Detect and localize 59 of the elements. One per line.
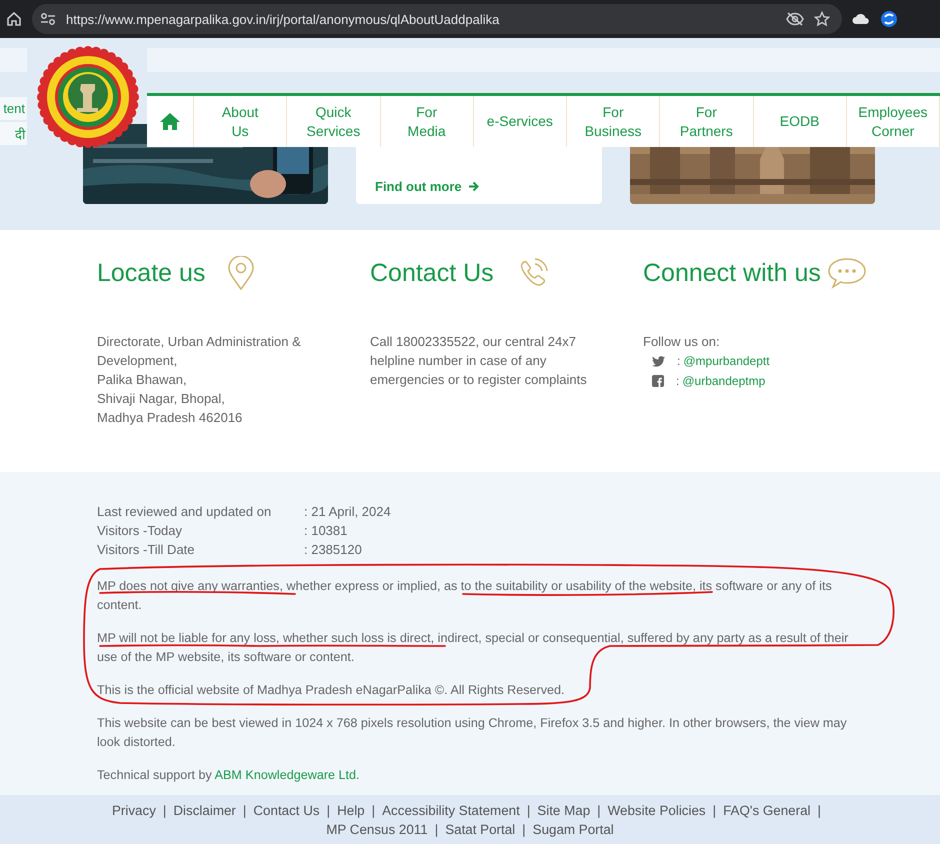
- support-link[interactable]: ABM Knowledgeware Ltd.: [214, 768, 360, 782]
- separator-text: :: [676, 374, 680, 388]
- separator-text: |: [818, 802, 821, 820]
- disclaimer-text: This is the official website of Madhya Pradesh eNagarPalika ©. All Rights Reserved.: [97, 682, 566, 699]
- address-bar[interactable]: https://www.mpenagarpalika.gov.in/irj/portal/anonymous/qlAboutUaddpalika: [32, 4, 842, 34]
- facebook-icon[interactable]: [652, 375, 664, 387]
- side-button[interactable]: दी: [0, 122, 27, 145]
- side-button[interactable]: tent: [0, 97, 27, 120]
- footer-link[interactable]: Privacy: [112, 800, 156, 820]
- separator-text: |: [712, 802, 716, 820]
- find-out-more-link[interactable]: Find out more: [375, 179, 479, 194]
- tune-icon[interactable]: [40, 12, 56, 26]
- footer-link[interactable]: Disclaimer: [173, 800, 236, 820]
- location-pin-icon: [227, 256, 256, 290]
- social-link[interactable]: @urbandeptmp: [682, 374, 766, 388]
- footer-link[interactable]: Help: [337, 800, 365, 820]
- info-label: Visitors -Till Date: [97, 541, 196, 559]
- info-value: : 2385120: [304, 541, 362, 559]
- extension-icon[interactable]: [880, 10, 898, 28]
- separator-text: |: [434, 820, 438, 838]
- info-label: Last reviewed and updated on: [97, 503, 272, 521]
- footer-link[interactable]: Site Map: [537, 800, 590, 820]
- separator-text: |: [597, 802, 601, 820]
- home-icon[interactable]: [6, 11, 22, 27]
- address-text: Directorate, Urban Administration & Development, Palika Bhawan, Shivaji Nagar, Bhopal, Madhya Pradesh 462016: [97, 333, 302, 427]
- star-icon[interactable]: [814, 11, 830, 27]
- separator-text: :: [677, 354, 680, 368]
- cloud-icon[interactable]: [852, 13, 870, 25]
- follow-label: Follow us on:: [643, 334, 720, 349]
- footer-link[interactable]: Satat Portal: [445, 820, 516, 838]
- chat-bubble-icon: [826, 256, 867, 290]
- url-text: https://www.mpenagarpalika.gov.in/irj/portal/anonymous/qlAboutUaddpalika: [66, 12, 500, 26]
- arrow-icon: [468, 181, 479, 192]
- separator-text: |: [242, 802, 246, 820]
- footer-link[interactable]: Accessibility Statement: [382, 800, 520, 820]
- section-heading: Connect with us: [643, 258, 821, 288]
- footer-link[interactable]: FAQ's General: [723, 800, 811, 820]
- separator-text: |: [526, 802, 530, 820]
- footer-link[interactable]: Website Policies: [608, 800, 706, 820]
- helpline-text: Call 18002335522, our central 24x7 helpline number in case of any emergencies or to register complaints: [370, 333, 588, 389]
- separator-text: |: [372, 802, 376, 820]
- disclaimer-text: MP will not be liable for any loss, whether such loss is direct, indirect, special or consequential, suffered by any party as a result of their use of the MP website, its software or content.: [97, 630, 850, 666]
- info-value: : 10381: [304, 522, 348, 540]
- eye-off-icon[interactable]: [786, 12, 804, 26]
- browser-note: This website can be best viewed in 1024 x 768 pixels resolution using Chrome, Firefox 3.5 and higher. In other browsers, the view may look distorted.: [97, 715, 848, 751]
- section-heading: Locate us: [97, 258, 206, 288]
- info-value: : 21 April, 2024: [304, 503, 391, 521]
- section-heading: Contact Us: [370, 258, 494, 288]
- footer-link[interactable]: Sugam Portal: [532, 820, 614, 838]
- footer-link[interactable]: Contact Us: [253, 800, 320, 820]
- separator-text: |: [326, 802, 330, 820]
- separator-text: |: [162, 802, 166, 820]
- bird-icon[interactable]: [652, 356, 665, 366]
- info-label: Visitors -Today: [97, 522, 184, 540]
- footer-link[interactable]: MP Census 2011: [326, 820, 428, 838]
- seal-icon: [37, 46, 139, 148]
- separator-text: |: [522, 820, 526, 838]
- social-link[interactable]: @mpurbandeptt: [683, 354, 770, 368]
- support-text: Technical support by: [97, 768, 213, 782]
